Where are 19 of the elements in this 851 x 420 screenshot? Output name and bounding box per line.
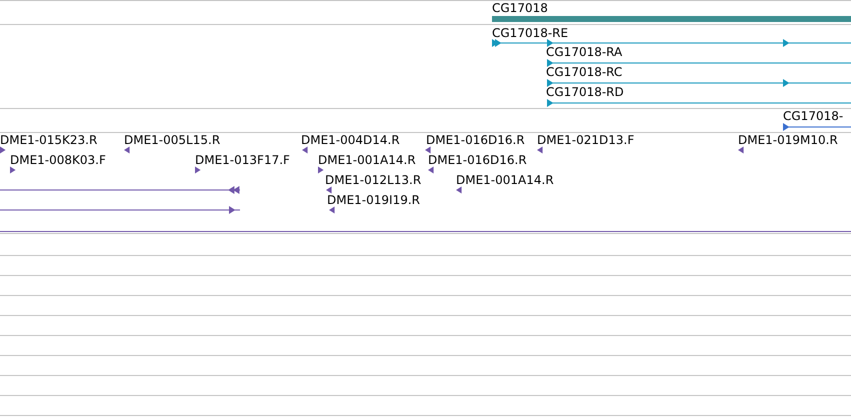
feature-label: DME1-008K03.F (10, 153, 106, 167)
feature-label: DME1-004D14.R (301, 133, 400, 147)
feature-label: CG17018-RA (546, 45, 622, 59)
feature-label: DME1-019M10.R (738, 133, 838, 147)
feature-label: DME1-005L15.R (124, 133, 220, 147)
feature-label: CG17018 (492, 1, 548, 15)
feature-label: CG17018- (783, 109, 844, 123)
feature-label: DME1-016D16.R (428, 153, 527, 167)
feature-label: DME1-012L13.R (325, 173, 422, 187)
feature-label: DME1-001A14.R (318, 153, 416, 167)
feature-label: CG17018-RC (546, 65, 622, 79)
feature-label: DME1-016D16.R (426, 133, 525, 147)
feature-label: CG17018-RD (546, 85, 624, 99)
feature-label: DME1-001A14.R (456, 173, 554, 187)
feature-label: DME1-021D13.F (537, 133, 634, 147)
feature-label: DME1-013F17.F (195, 153, 290, 167)
feature-label: DME1-015K23.R (0, 133, 98, 147)
feature-label: CG17018-RE (492, 26, 568, 40)
feature-label: DME1-019I19.R (327, 193, 420, 207)
